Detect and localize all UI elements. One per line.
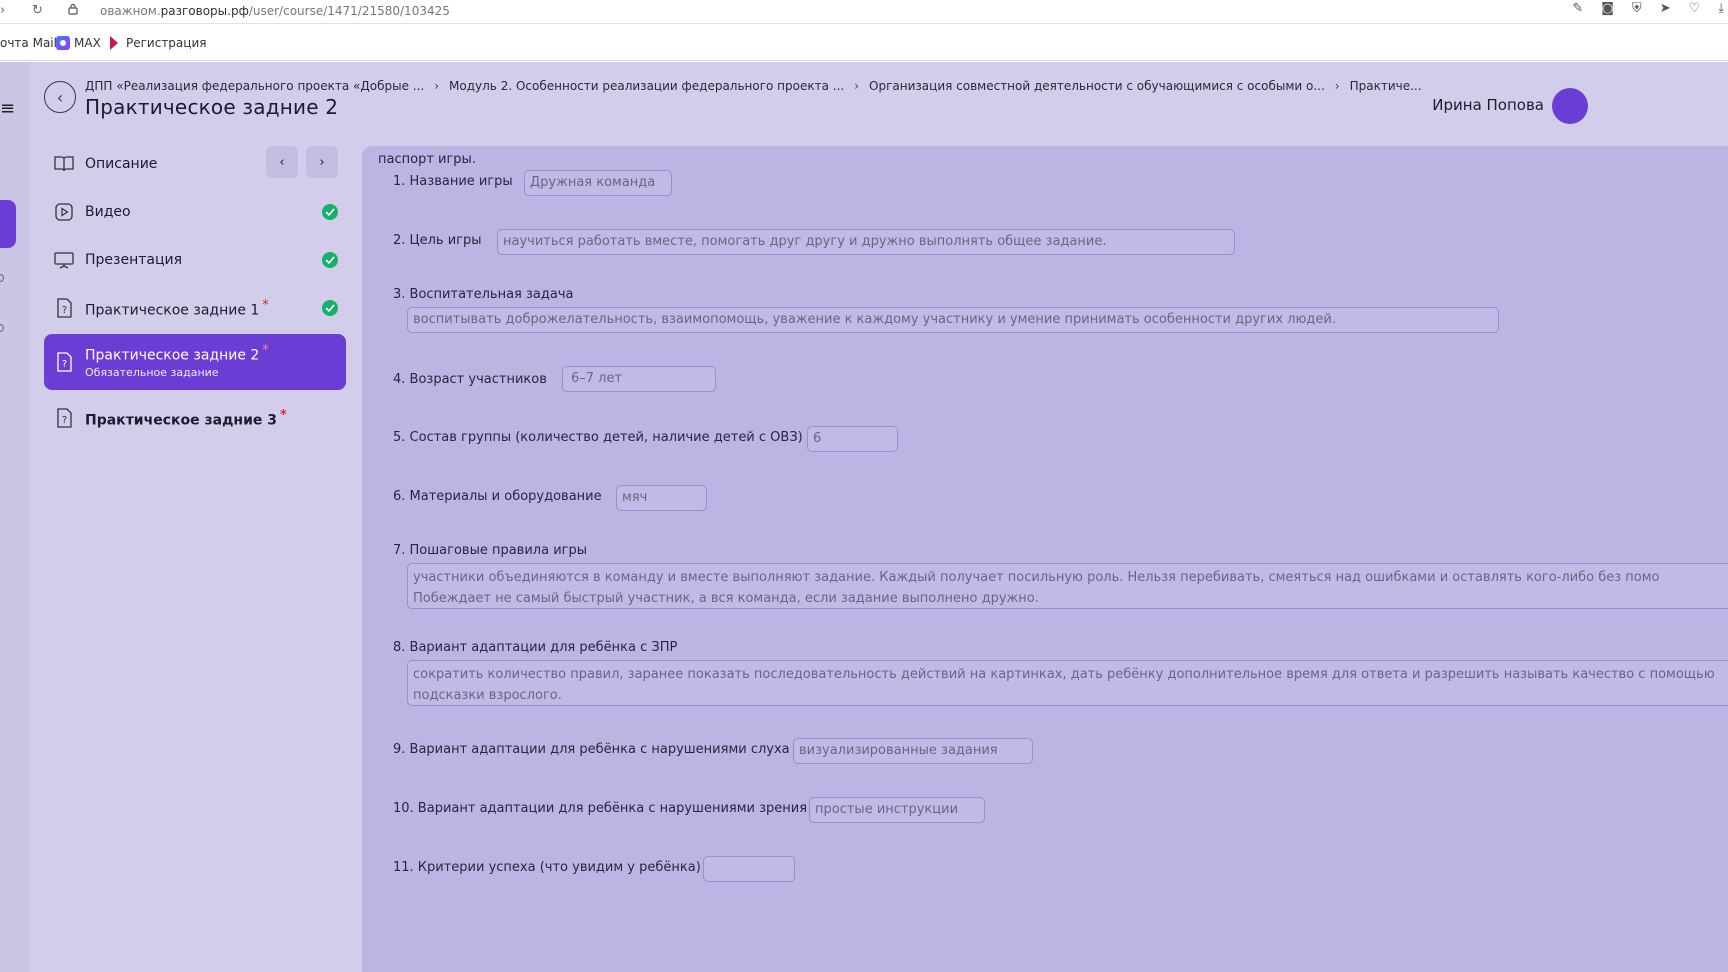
bookmark-registration[interactable]: Регистрация bbox=[110, 36, 206, 50]
question-label: 5. Состав группы (количество детей, нали… bbox=[393, 430, 803, 445]
sidebar-item-label: Практическое задние 3 bbox=[85, 412, 277, 429]
required-mark: * bbox=[280, 407, 287, 423]
question-label: 8. Вариант адаптации для ребёнка с ЗПР bbox=[393, 640, 678, 655]
heart-icon[interactable]: ♡ bbox=[1689, 1, 1701, 16]
zpr-adaptation-field[interactable]: сократить количество правил, заранее пок… bbox=[407, 660, 1728, 706]
check-icon bbox=[322, 204, 338, 220]
sidebar-item-label-wrap: Практическое задние 3 * bbox=[85, 408, 287, 429]
question-label: 6. Материалы и оборудование bbox=[393, 489, 602, 504]
download-icon[interactable]: ⤓ bbox=[1718, 1, 1724, 16]
chevron-left-icon: ‹ bbox=[56, 87, 64, 107]
lock-icon[interactable] bbox=[68, 3, 78, 19]
sidebar-item-presentation[interactable]: Презентация bbox=[44, 238, 346, 282]
page-title: Практическое задние 2 bbox=[85, 95, 339, 119]
svg-text:?: ? bbox=[62, 305, 67, 316]
sidebar-item-label-wrap: Практическое задние 1 * bbox=[85, 298, 269, 319]
shield-icon[interactable]: ⛨ bbox=[1632, 1, 1642, 16]
forward-icon[interactable]: › bbox=[0, 3, 5, 18]
sidebar-item-label: Описание bbox=[85, 156, 158, 172]
breadcrumb: ДПП «Реализация федерального проекта «До… bbox=[85, 79, 1422, 93]
sidebar-item-task-3[interactable]: ? Практическое задние 3 * bbox=[44, 396, 346, 440]
breadcrumb-item[interactable]: Организация совместной деятельности с об… bbox=[869, 79, 1325, 93]
group-composition-field[interactable]: 6 bbox=[807, 426, 898, 452]
check-icon bbox=[322, 252, 338, 268]
reload-icon[interactable]: ↻ bbox=[32, 3, 43, 18]
question-label: 1. Название игры bbox=[393, 174, 513, 189]
sidebar-item-label: Практическое задние 1 bbox=[85, 302, 260, 319]
max-icon bbox=[56, 36, 70, 50]
chevron-right-icon: › bbox=[854, 79, 860, 93]
breadcrumb-item[interactable]: ДПП «Реализация федерального проекта «До… bbox=[85, 79, 424, 93]
task-content: паспорт игры. 1. Название игры Дружная к… bbox=[362, 146, 1728, 972]
svg-text:?: ? bbox=[62, 359, 67, 370]
rail-item-icon[interactable] bbox=[0, 274, 4, 282]
svg-text:?: ? bbox=[62, 415, 67, 426]
sidebar-item-video[interactable]: Видео bbox=[44, 190, 346, 234]
avatar[interactable] bbox=[1552, 88, 1588, 124]
browser-address-bar: › ↻ оважном.разговоры.рф/user/course/147… bbox=[0, 0, 1728, 24]
sidebar-item-sublabel: Обязательное задание bbox=[85, 366, 219, 379]
registration-icon bbox=[110, 36, 118, 50]
send-icon[interactable]: ➤ bbox=[1660, 1, 1671, 16]
chevron-right-icon: › bbox=[434, 79, 440, 93]
game-rules-field[interactable]: участники объединяются в команду и вмест… bbox=[407, 563, 1728, 609]
page-header: ‹ ДПП «Реализация федерального проекта «… bbox=[44, 76, 1724, 136]
question-icon: ? bbox=[54, 352, 74, 372]
sidebar-item-label-wrap: Практическое задние 2 * bbox=[85, 343, 269, 364]
sidebar-item-description[interactable]: Описание ‹ › bbox=[44, 142, 346, 186]
game-name-field[interactable]: Дружная команда bbox=[524, 170, 672, 196]
sidebar-item-label: Практическое задние 2 bbox=[85, 347, 260, 364]
sidebar-item-task-1[interactable]: ? Практическое задние 1 * bbox=[44, 286, 346, 330]
sidebar-item-label: Видео bbox=[85, 204, 131, 220]
next-item-button[interactable]: › bbox=[306, 146, 338, 178]
question-label: 9. Вариант адаптации для ребёнка с наруш… bbox=[393, 742, 790, 757]
app-root: ≡ ‹ ДПП «Реализация федерального проекта… bbox=[0, 62, 1728, 972]
participants-age-field[interactable]: 6–7 лет bbox=[562, 366, 716, 392]
success-criteria-field[interactable] bbox=[703, 856, 795, 882]
left-rail: ≡ bbox=[0, 62, 30, 972]
question-label: 11. Критерии успеха (что увидим у ребёнк… bbox=[393, 860, 701, 875]
user-name[interactable]: Ирина Попова bbox=[1432, 96, 1544, 114]
back-button[interactable]: ‹ bbox=[44, 81, 76, 113]
chevron-left-icon: ‹ bbox=[279, 154, 285, 170]
required-mark: * bbox=[262, 297, 269, 313]
question-label: 2. Цель игры bbox=[393, 233, 482, 248]
rail-item-icon[interactable] bbox=[0, 324, 4, 332]
question-label: 3. Воспитательная задача bbox=[393, 287, 574, 302]
url-field[interactable]: оважном.разговоры.рф/user/course/1471/21… bbox=[100, 4, 450, 18]
check-icon bbox=[322, 300, 338, 316]
question-label: 7. Пошаговые правила игры bbox=[393, 543, 587, 558]
chevron-right-icon: › bbox=[319, 154, 325, 170]
item-nav-arrows: ‹ › bbox=[266, 146, 338, 178]
bookmark-mail[interactable]: очта Mail bbox=[0, 36, 57, 50]
materials-field[interactable]: мяч bbox=[616, 485, 707, 511]
game-goal-field[interactable]: научиться работать вместе, помогать друг… bbox=[497, 229, 1235, 255]
chevron-right-icon: › bbox=[1334, 79, 1340, 93]
bookmark-max[interactable]: MAX bbox=[56, 36, 101, 50]
bookmarks-bar: очта Mail MAX Регистрация bbox=[0, 25, 1728, 61]
camera-icon[interactable]: ◙ bbox=[1601, 1, 1614, 16]
rail-active-item[interactable] bbox=[0, 200, 16, 248]
sidebar-item-task-2[interactable]: ? Практическое задние 2 * Обязательное за… bbox=[44, 334, 346, 390]
book-icon bbox=[54, 154, 74, 174]
prev-item-button[interactable]: ‹ bbox=[266, 146, 298, 178]
question-label: 4. Возраст участников bbox=[393, 372, 547, 387]
breadcrumb-item[interactable]: Практиче... bbox=[1350, 79, 1422, 93]
educational-task-field[interactable]: воспитывать доброжелательность, взаимопо… bbox=[407, 307, 1499, 333]
required-mark: * bbox=[262, 343, 269, 358]
edit-icon[interactable]: ✎ bbox=[1572, 1, 1583, 16]
hearing-adaptation-field[interactable]: визуализированные задания bbox=[793, 738, 1033, 764]
presentation-icon bbox=[54, 250, 74, 270]
sidebar-item-label: Презентация bbox=[85, 252, 183, 268]
form-intro: паспорт игры. bbox=[378, 152, 476, 167]
question-icon: ? bbox=[54, 298, 74, 318]
question-icon: ? bbox=[54, 408, 74, 428]
play-icon bbox=[54, 202, 74, 222]
vision-adaptation-field[interactable]: простые инструкции bbox=[809, 797, 985, 823]
menu-icon[interactable]: ≡ bbox=[0, 100, 15, 118]
question-label: 10. Вариант адаптации для ребёнка с нару… bbox=[393, 801, 808, 816]
breadcrumb-item[interactable]: Модуль 2. Особенности реализации федерал… bbox=[449, 79, 844, 93]
